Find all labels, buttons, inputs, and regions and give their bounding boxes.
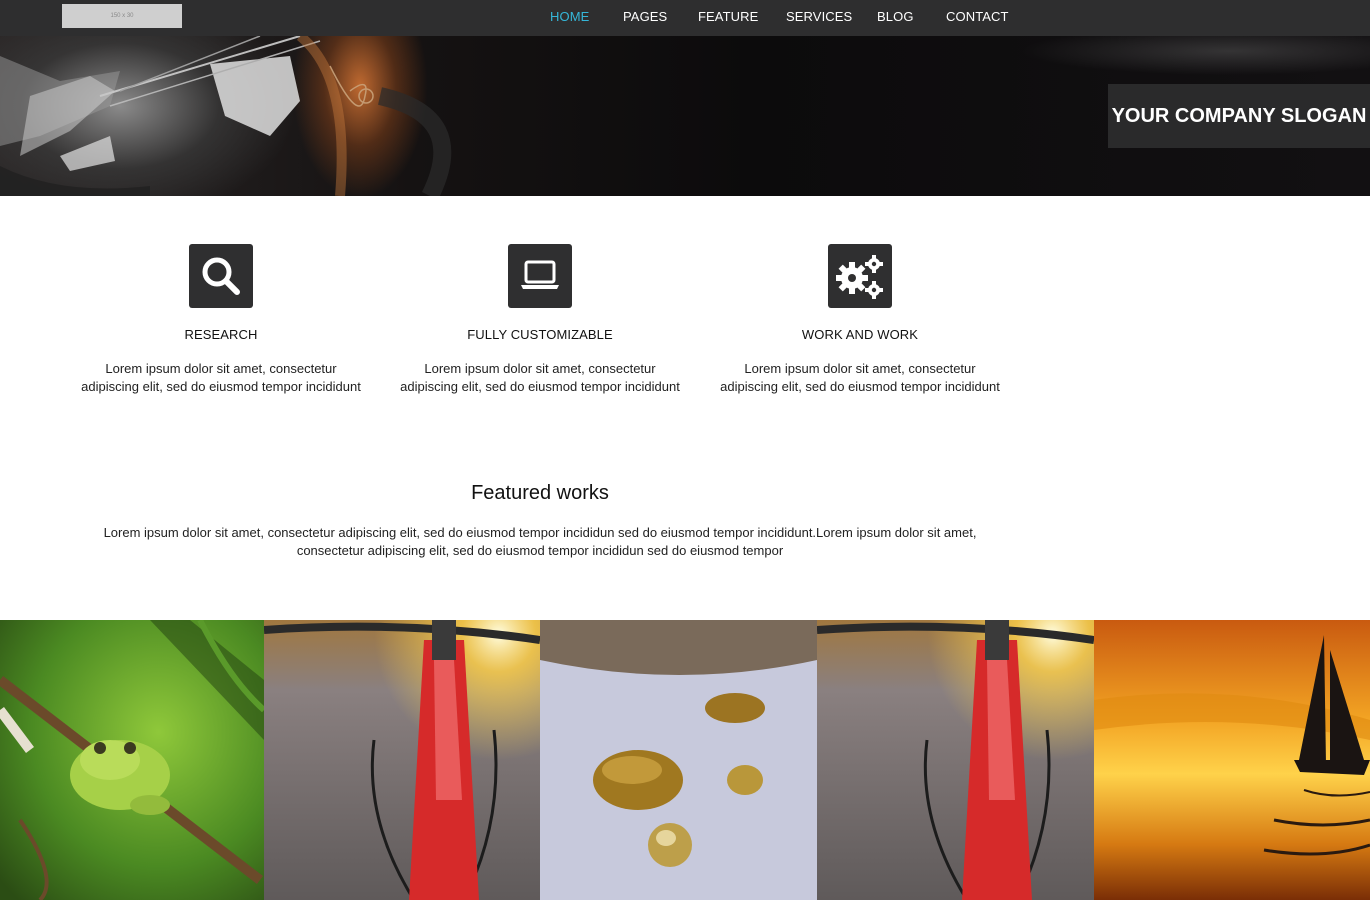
laptop-icon bbox=[521, 260, 559, 289]
portfolio-gallery bbox=[0, 620, 1370, 900]
feature-customizable: FULLY CUSTOMIZABLE Lorem ipsum dolor sit… bbox=[380, 244, 700, 396]
gallery-item-bicycle[interactable] bbox=[817, 620, 1094, 900]
feature-title: FULLY CUSTOMIZABLE bbox=[467, 327, 613, 342]
feature-research: RESEARCH Lorem ipsum dolor sit amet, con… bbox=[61, 244, 381, 396]
top-navbar: 150 x 30 HOME PAGES FEATURE SERVICES BLO… bbox=[0, 0, 1370, 36]
company-slogan: YOUR COMPANY SLOGAN bbox=[1108, 84, 1370, 148]
bicycle-image bbox=[264, 620, 540, 900]
feature-description: Lorem ipsum dolor sit amet, consectetur … bbox=[81, 361, 361, 394]
featured-works-description: Lorem ipsum dolor sit amet, consectetur … bbox=[103, 525, 977, 558]
sailboat-sunset-image bbox=[1094, 620, 1370, 900]
feature-icon-box bbox=[189, 244, 253, 308]
nav-services-link[interactable]: SERVICES bbox=[786, 9, 852, 24]
water-drops-image bbox=[540, 620, 817, 900]
feature-title: WORK AND WORK bbox=[801, 327, 919, 342]
gallery-item-bicycle[interactable] bbox=[264, 620, 540, 900]
feature-icon-box bbox=[828, 244, 892, 308]
search-icon bbox=[202, 257, 240, 295]
nav-feature-link[interactable]: FEATURE bbox=[698, 9, 758, 24]
nav-home-link[interactable]: HOME bbox=[550, 9, 589, 24]
gallery-item-sailboat[interactable] bbox=[1094, 620, 1370, 900]
frog-image bbox=[0, 620, 264, 900]
gallery-item-frog[interactable] bbox=[0, 620, 264, 900]
nav-contact-link[interactable]: CONTACT bbox=[946, 9, 1009, 24]
bicycle-image bbox=[817, 620, 1094, 900]
gears-icon bbox=[836, 255, 883, 299]
nav-pages-link[interactable]: PAGES bbox=[623, 9, 667, 24]
featured-works-title: Featured works bbox=[471, 482, 609, 504]
feature-icon-box bbox=[508, 244, 572, 308]
nav-menu: HOME PAGES FEATURE SERVICES BLOG CONTACT bbox=[0, 0, 1370, 36]
nav-blog-link[interactable]: BLOG bbox=[877, 9, 914, 24]
feature-work: WORK AND WORK Lorem ipsum dolor sit amet… bbox=[700, 244, 1020, 396]
feature-title: RESEARCH bbox=[184, 327, 258, 342]
feature-description: Lorem ipsum dolor sit amet, consectetur … bbox=[720, 361, 1000, 394]
gallery-item-drops[interactable] bbox=[540, 620, 817, 900]
hero-banner: YOUR COMPANY SLOGAN bbox=[0, 36, 1370, 196]
feature-description: Lorem ipsum dolor sit amet, consectetur … bbox=[400, 361, 680, 394]
